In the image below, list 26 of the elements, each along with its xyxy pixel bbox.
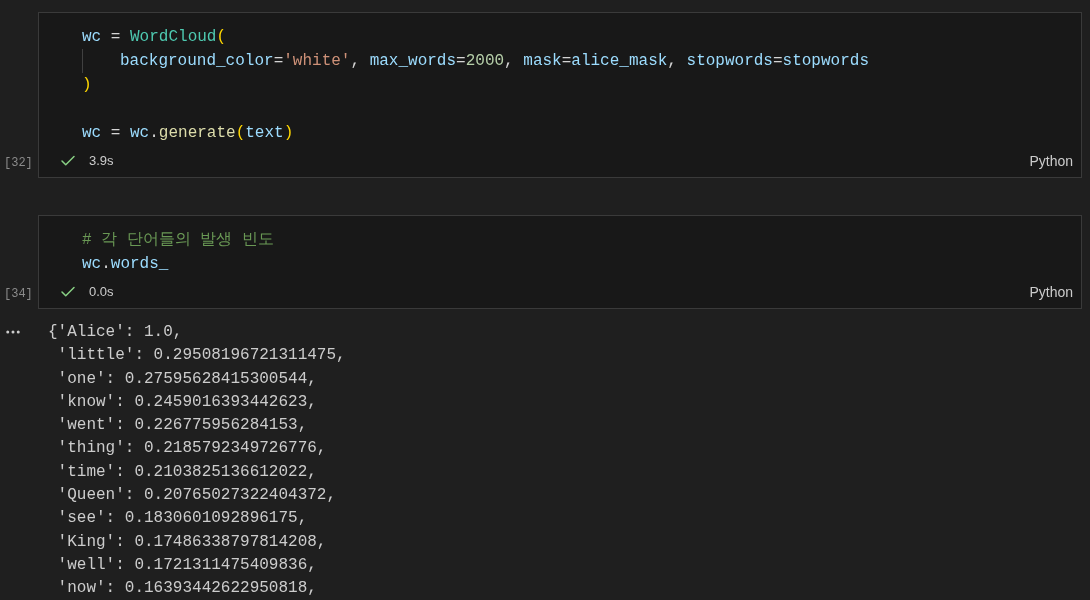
language-label[interactable]: Python xyxy=(1029,150,1073,172)
code-line: background_color='white', max_words=2000, mask=alice_mask, stopwords=stopwords xyxy=(120,51,869,72)
output-line: 'time': 0.2103825136612022, xyxy=(56,461,318,483)
output-line: 'thing': 0.2185792349726776, xyxy=(56,438,328,460)
output-line: 'see': 0.1830601092896175, xyxy=(56,508,309,530)
output-line: {'Alice': 1.0, xyxy=(48,322,184,343)
output-line: 'one': 0.27595628415300544, xyxy=(56,368,318,390)
execution-time: 0.0s xyxy=(89,283,114,302)
code-line: wc = WordCloud( xyxy=(82,27,227,48)
language-label[interactable]: Python xyxy=(1029,281,1073,303)
output-line: 'well': 0.1721311475409836, xyxy=(56,554,318,576)
code-line: wc.words_ xyxy=(82,254,169,275)
code-line: # 각 단어들의 발생 빈도 xyxy=(82,230,274,251)
output-line: 'Queen': 0.20765027322404372, xyxy=(56,485,338,507)
output-line: 'now': 0.16393442622950818, xyxy=(56,578,318,600)
execution-count: [32] xyxy=(3,155,34,172)
execution-count: [34] xyxy=(3,286,34,303)
output-line: 'went': 0.226775956284153, xyxy=(56,415,309,437)
code-line: ) xyxy=(82,75,92,96)
execution-time: 3.9s xyxy=(89,152,114,171)
code-cell[interactable]: # 각 단어들의 발생 빈도 wc.words_ 0.0s Python xyxy=(38,215,1082,309)
output-line: 'King': 0.17486338797814208, xyxy=(56,531,328,553)
code-cell[interactable]: wc = WordCloud( background_color='white', max_words=2000, mask=alice_mask, stopwords=stopwords ) wc = wc.generate(text) 3.9s Python xyxy=(38,12,1082,178)
output-line: 'little': 0.29508196721311475, xyxy=(56,345,346,367)
output-line: 'know': 0.2459016393442623, xyxy=(56,391,318,413)
code-line: wc = wc.generate(text) xyxy=(82,123,294,144)
